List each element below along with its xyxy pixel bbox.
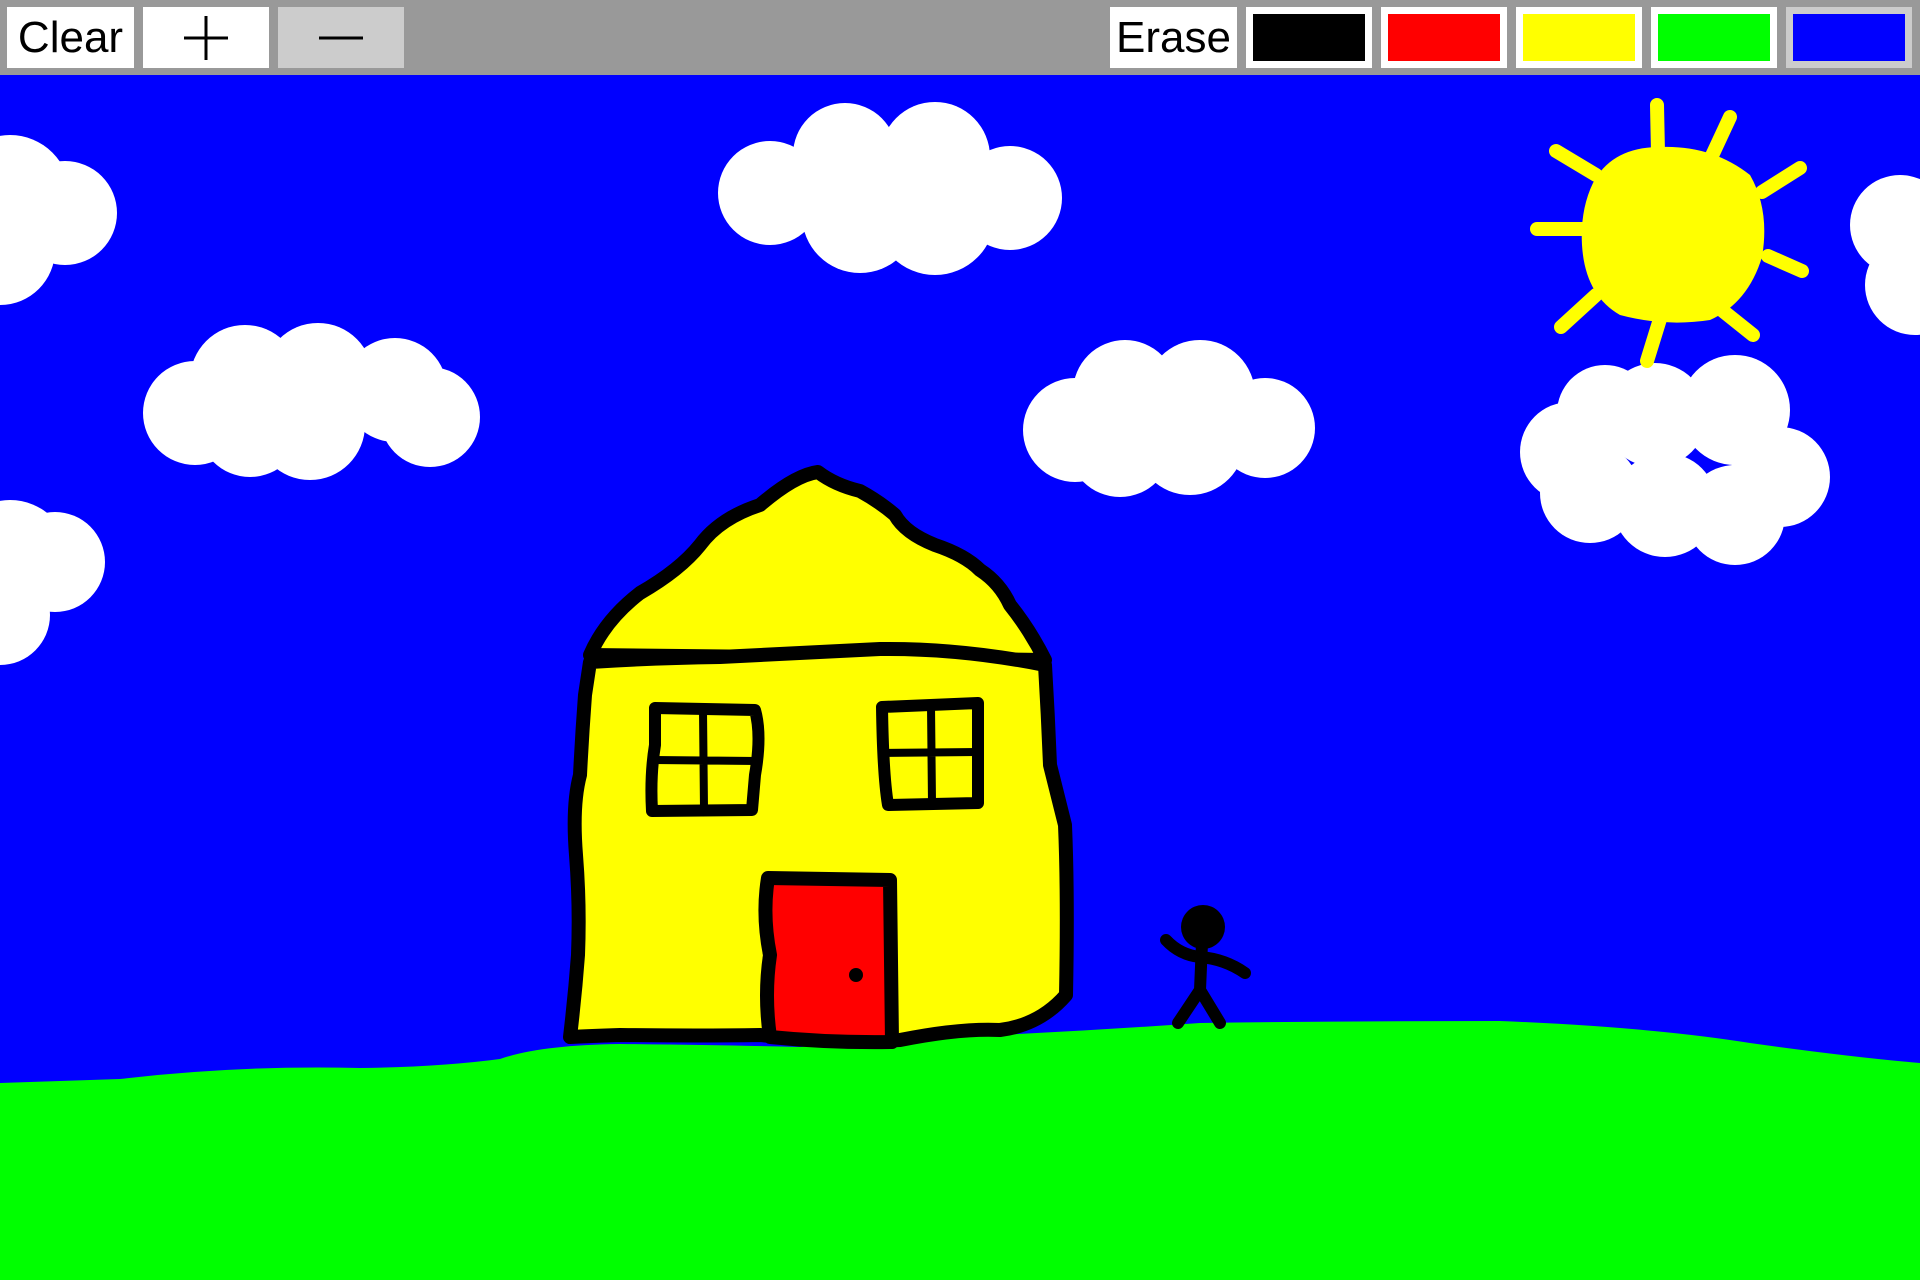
color-chip-yellow: [1523, 14, 1635, 61]
house-door[interactable]: [758, 871, 899, 1050]
erase-button[interactable]: Erase: [1110, 7, 1237, 68]
door-knob: [849, 968, 863, 982]
color-swatch-black[interactable]: [1246, 7, 1372, 68]
decrease-brush-button[interactable]: [278, 7, 404, 68]
sun-disc: [1581, 146, 1765, 323]
paint-app: Clear Erase: [0, 0, 1920, 1280]
toolbar: Clear Erase: [0, 0, 1920, 75]
color-chip-blue: [1793, 14, 1905, 61]
minus-icon: [319, 36, 363, 39]
color-chip-green: [1658, 14, 1770, 61]
plus-icon: [184, 15, 228, 60]
color-swatch-red[interactable]: [1381, 7, 1507, 68]
color-swatch-yellow[interactable]: [1516, 7, 1642, 68]
color-swatch-blue[interactable]: [1786, 7, 1912, 68]
erase-button-label: Erase: [1116, 12, 1231, 62]
drawing-canvas[interactable]: [0, 75, 1920, 1280]
color-chip-red: [1388, 14, 1500, 61]
clear-button[interactable]: Clear: [7, 7, 134, 68]
clear-button-label: Clear: [17, 12, 124, 62]
color-chip-black: [1253, 14, 1365, 61]
increase-brush-button[interactable]: [143, 7, 269, 68]
color-swatch-green[interactable]: [1651, 7, 1777, 68]
drawing-surface[interactable]: [0, 75, 1920, 1280]
